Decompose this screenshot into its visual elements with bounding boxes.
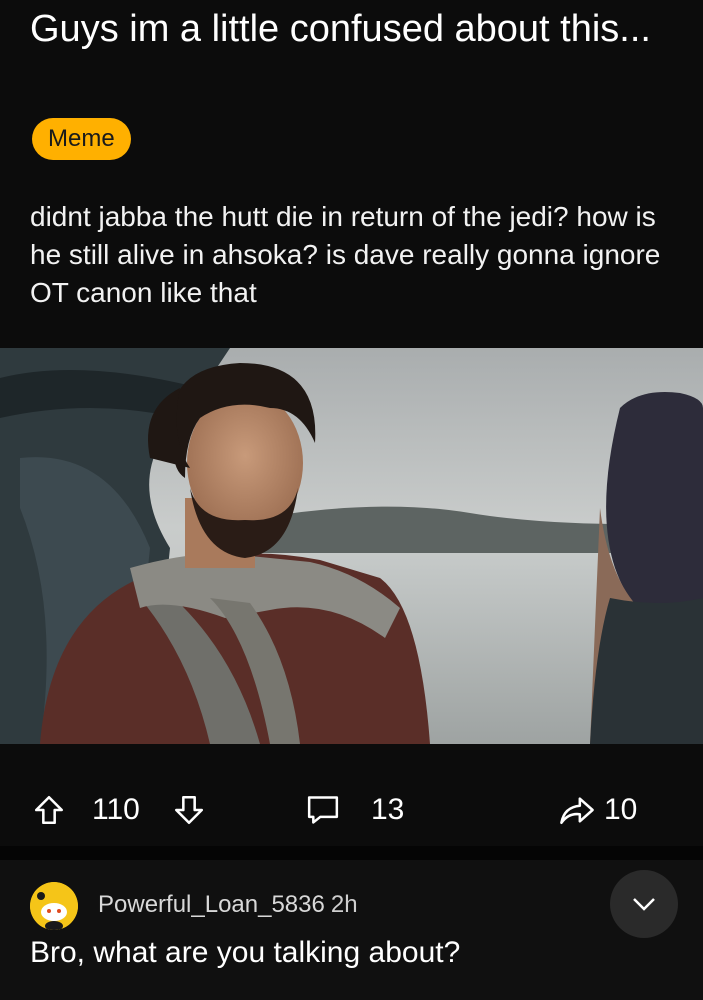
scene-still-image: [0, 348, 703, 744]
flair-badge[interactable]: Meme: [32, 118, 131, 160]
share-arrow-icon: [560, 797, 594, 825]
comment-body: Bro, what are you talking about?: [30, 936, 461, 969]
comments-button[interactable]: 13: [305, 788, 404, 832]
comment-meta: Powerful_Loan_5836 2h: [98, 891, 358, 919]
chevron-down-icon: [633, 898, 655, 911]
post-image[interactable]: [0, 348, 703, 744]
comment-item: Powerful_Loan_5836 2h Bro, what are you t…: [0, 860, 703, 1000]
avatar[interactable]: [30, 882, 78, 930]
post-header: Guys im a little confused about this... …: [0, 0, 703, 348]
comment-count: 13: [371, 793, 405, 826]
upvote-arrow-icon: [34, 795, 64, 825]
upvote-button[interactable]: [32, 788, 66, 832]
comment-timestamp: 2h: [330, 891, 358, 918]
comment-bubble-icon: [307, 796, 339, 824]
collapse-comment-button[interactable]: [610, 870, 678, 938]
post-actions-bar: 110 13 10: [0, 760, 703, 860]
snoo-avatar-icon: [30, 882, 78, 930]
comment-author[interactable]: Powerful_Loan_5836: [98, 891, 325, 918]
post-title[interactable]: Guys im a little confused about this...: [30, 4, 680, 54]
divider: [0, 846, 703, 860]
downvote-arrow-icon: [174, 795, 204, 825]
share-count: 10: [604, 793, 638, 826]
post-body: didnt jabba the hutt die in return of th…: [30, 201, 661, 308]
share-button[interactable]: 10: [558, 788, 637, 832]
vote-count: 110: [92, 788, 140, 832]
downvote-button[interactable]: [172, 788, 206, 832]
upvote-count: 110: [92, 793, 140, 826]
